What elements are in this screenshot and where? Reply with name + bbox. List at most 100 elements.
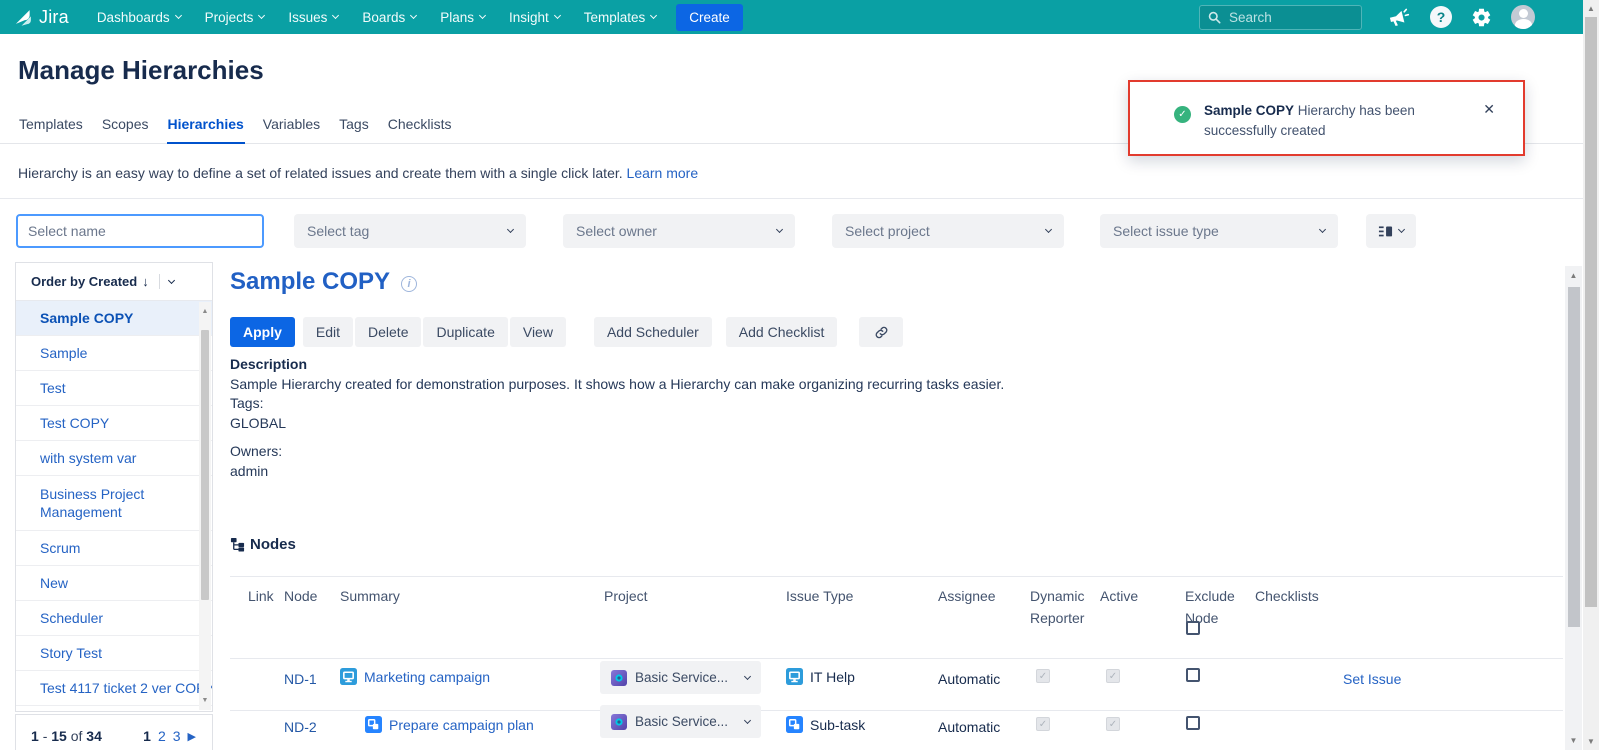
owner-filter-select[interactable]: Select owner [563,214,795,248]
chevron-down-icon [175,12,182,19]
scroll-up-icon[interactable]: ▲ [1583,4,1599,13]
tag-filter-select[interactable]: Select tag [294,214,526,248]
scrollbar-thumb[interactable] [201,330,209,600]
search-icon [1208,11,1221,24]
edit-button[interactable]: Edit [303,317,353,347]
scroll-down-icon[interactable]: ▼ [199,697,211,704]
create-button[interactable]: Create [676,4,743,31]
name-filter-input[interactable] [16,214,264,248]
user-avatar[interactable] [1511,5,1535,29]
page-1-current[interactable]: 1 [143,728,151,744]
list-item[interactable]: Story Test [16,636,212,671]
project-select[interactable]: Basic Service... [600,661,761,694]
project-select[interactable]: Basic Service... [600,705,761,738]
table-border [230,710,1563,711]
node-id[interactable]: ND-2 [284,719,317,735]
nav-item-plans[interactable]: Plans [440,10,485,25]
issue-type-filter-select[interactable]: Select issue type [1100,214,1338,248]
list-item[interactable]: Sample [16,336,212,371]
help-icon[interactable]: ? [1430,6,1452,28]
chevron-down-icon[interactable] [168,276,175,283]
chevron-down-icon [776,226,783,233]
nav-item-projects[interactable]: Projects [205,10,265,25]
exclude-all-checkbox[interactable] [1186,621,1200,635]
scroll-down-icon[interactable]: ▼ [1565,736,1582,745]
project-filter-select[interactable]: Select project [832,214,1064,248]
nodes-section-title: Nodes [230,536,296,553]
nav-item-boards[interactable]: Boards [362,10,416,25]
jira-logo-text: Jira [39,7,69,28]
nav-item-issues[interactable]: Issues [288,10,338,25]
scrollbar-thumb[interactable] [1585,17,1597,607]
column-header-dynamic-reporter: Dynamic Reporter [1030,576,1096,629]
description-label: Description [230,355,1004,375]
scroll-up-icon[interactable]: ▲ [1565,271,1582,280]
info-icon[interactable]: i [401,276,417,292]
layout-icon [1378,224,1393,239]
list-item[interactable]: Business Project Management [16,476,212,531]
hierarchy-list-panel: Order by Created ↓ Sample COPY Sample Te… [15,262,213,712]
apply-button[interactable]: Apply [230,317,295,347]
active-checkbox-disabled: ✓ [1106,717,1120,731]
scroll-down-icon[interactable]: ▼ [1583,737,1599,746]
nav-item-dashboards[interactable]: Dashboards [97,10,181,25]
list-item[interactable]: Scrum [16,531,212,566]
list-item[interactable]: Scheduler [16,601,212,636]
node-id[interactable]: ND-1 [284,671,317,687]
column-header-active: Active [1100,576,1138,607]
list-scrollbar[interactable]: ▲ ▼ [199,302,211,710]
list-item-selected[interactable]: Sample COPY [16,301,212,336]
description-section: Description Sample Hierarchy created for… [230,355,1004,481]
dynamic-reporter-checkbox-disabled: ✓ [1036,717,1050,731]
next-page-icon[interactable]: ▶ [188,730,196,743]
learn-more-link[interactable]: Learn more [627,165,699,181]
chevron-down-icon [1319,226,1326,233]
list-item[interactable]: Test 4117 ticket 2 ver COPY [16,671,212,706]
settings-gear-icon[interactable] [1471,7,1492,28]
browser-scrollbar[interactable]: ▲ ▼ [1583,0,1599,750]
jira-logo[interactable]: Jira [14,7,69,28]
exclude-node-checkbox[interactable] [1186,716,1200,730]
project-avatar [611,714,627,730]
search-box[interactable] [1199,5,1362,30]
close-icon[interactable]: ✕ [1483,101,1495,118]
add-checklist-button[interactable]: Add Checklist [726,317,838,347]
summary-link[interactable]: Marketing campaign [364,669,490,685]
issue-type-cell: Sub-task [786,716,865,733]
list-item[interactable]: Test COPY [16,406,212,441]
scrollbar-thumb[interactable] [1568,287,1580,627]
copy-link-button[interactable] [859,317,903,347]
list-item[interactable]: with system var [16,441,212,476]
summary-link[interactable]: Prepare campaign plan [389,717,534,733]
page-title: Manage Hierarchies [18,55,264,86]
nav-item-insight[interactable]: Insight [509,10,560,25]
duplicate-button[interactable]: Duplicate [423,317,507,347]
column-header-link: Link [248,576,274,607]
toast-message: Sample COPY Hierarchy has been successfu… [1204,101,1476,141]
chevron-down-icon [650,12,657,19]
assignee-cell: Automatic [938,719,1000,735]
sort-descending-icon[interactable]: ↓ [142,274,149,289]
it-help-issue-icon [340,668,357,685]
page-2-link[interactable]: 2 [158,728,166,744]
list-item[interactable]: Test [16,371,212,406]
column-header-summary: Summary [340,576,400,607]
view-layout-button[interactable] [1366,214,1416,248]
exclude-node-checkbox[interactable] [1186,668,1200,682]
order-by-header[interactable]: Order by Created ↓ [16,263,212,301]
view-button[interactable]: View [510,317,566,347]
search-input[interactable] [1229,10,1339,25]
feedback-megaphone-icon[interactable] [1387,6,1411,28]
content-scrollbar[interactable]: ▲ ▼ [1565,266,1582,750]
list-item[interactable]: New [16,566,212,601]
page-3-link[interactable]: 3 [173,728,181,744]
nav-item-templates[interactable]: Templates [584,10,657,25]
scroll-up-icon[interactable]: ▲ [199,308,211,315]
chevron-down-icon [1045,226,1052,233]
set-issue-link[interactable]: Set Issue [1343,671,1401,687]
delete-button[interactable]: Delete [355,317,421,347]
chevron-down-icon [507,226,514,233]
chevron-down-icon [744,672,751,679]
add-scheduler-button[interactable]: Add Scheduler [594,317,712,347]
chevron-down-icon [554,12,561,19]
